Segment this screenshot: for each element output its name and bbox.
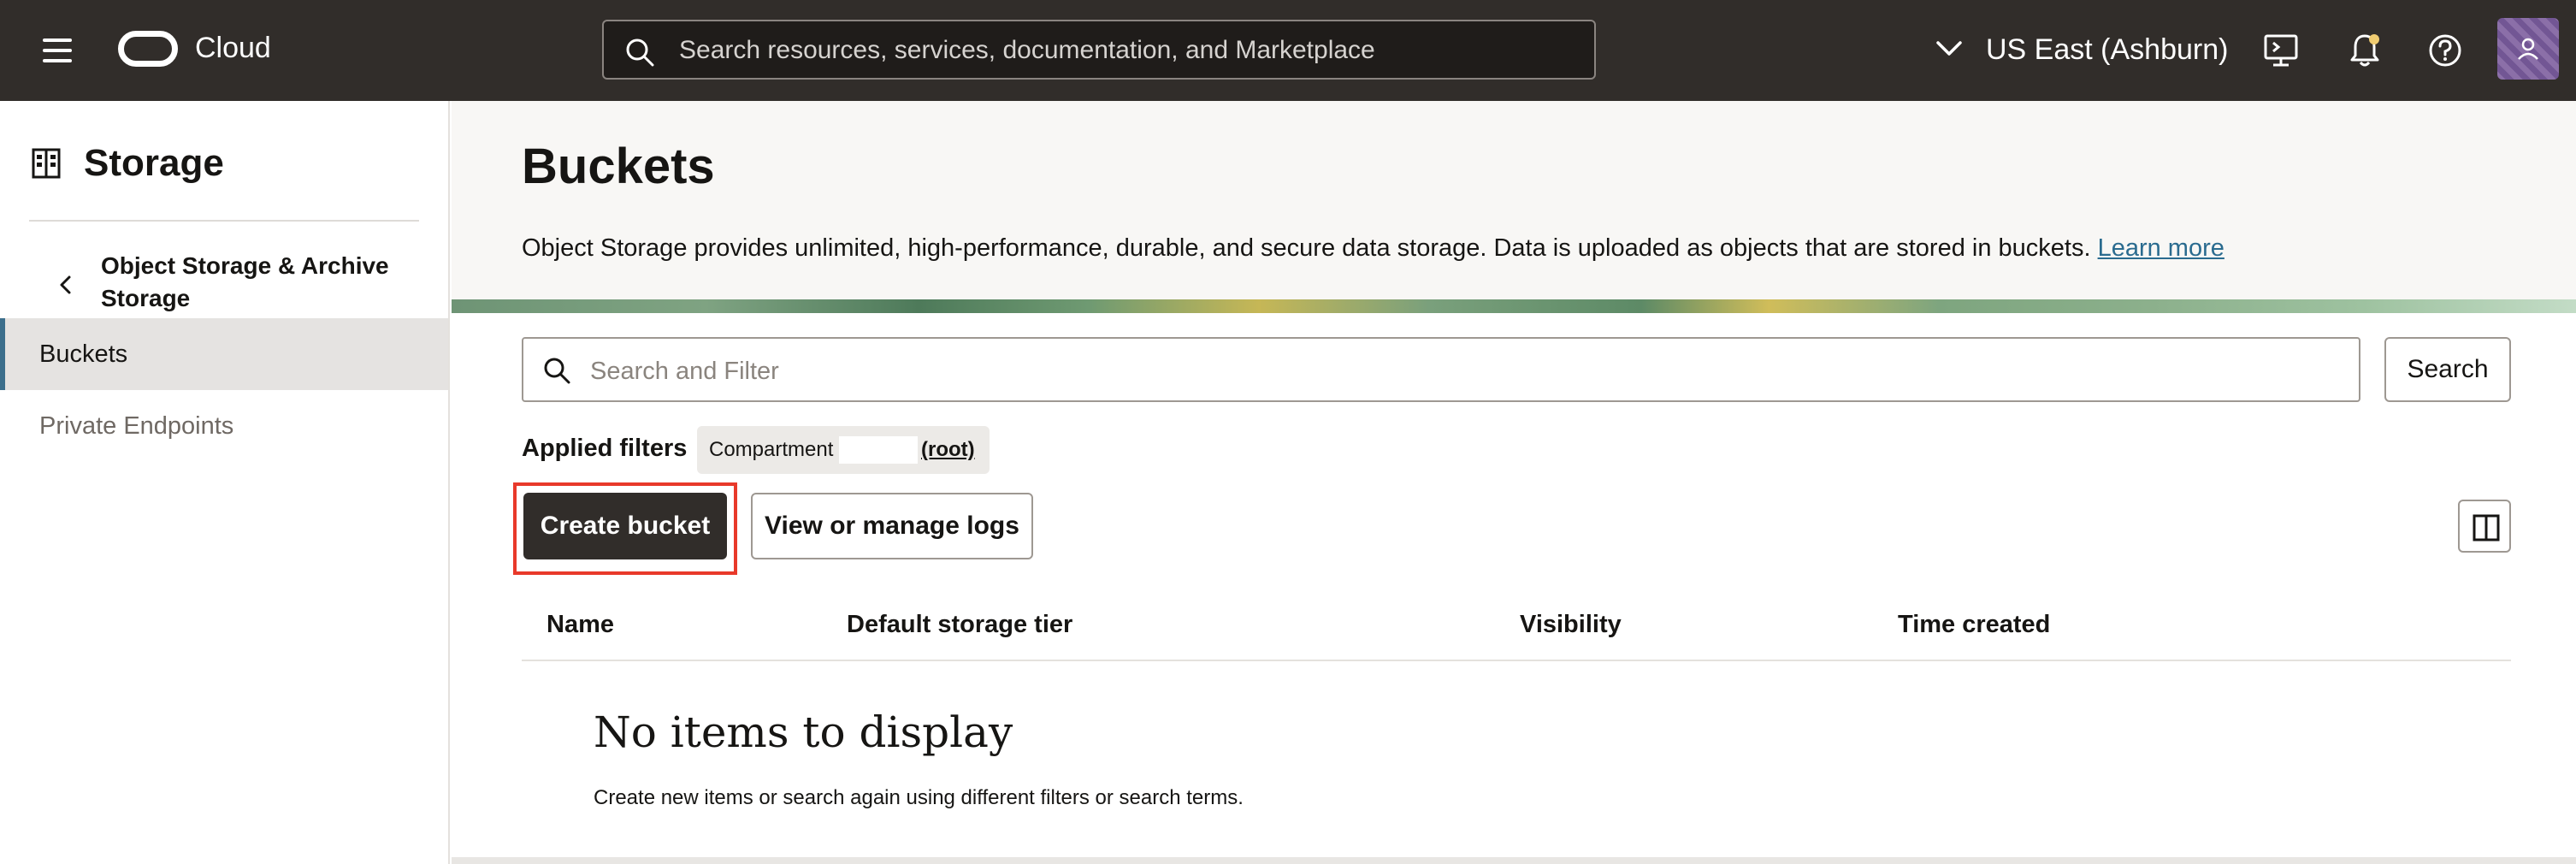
- cloud-shell-icon[interactable]: [2261, 31, 2301, 70]
- sidebar-item-private-endpoints[interactable]: Private Endpoints: [0, 390, 448, 462]
- filter-chip: Compartment (root): [697, 426, 990, 474]
- sidebar-parent-link[interactable]: Object Storage & Archive Storage: [101, 250, 426, 315]
- help-icon[interactable]: [2425, 31, 2465, 70]
- global-search-placeholder: Search resources, services, documentatio…: [679, 36, 1375, 64]
- column-header-time-created[interactable]: Time created: [1898, 609, 2050, 640]
- bottom-divider: [452, 857, 2576, 864]
- sidebar-item-buckets[interactable]: Buckets: [0, 318, 448, 390]
- avatar[interactable]: [2497, 18, 2559, 80]
- empty-state-subtitle: Create new items or search again using d…: [594, 786, 1244, 809]
- learn-more-link[interactable]: Learn more: [2098, 234, 2224, 262]
- page-title: Buckets: [522, 139, 715, 194]
- empty-state-title: No items to display: [594, 707, 1013, 757]
- applied-filters-label: Applied filters: [522, 435, 688, 462]
- filter-chip-key: Compartment: [709, 438, 834, 461]
- page-description-text: Object Storage provides unlimited, high-…: [522, 234, 2091, 262]
- table-divider: [522, 660, 2511, 661]
- top-header: Cloud Search resources, services, docume…: [0, 0, 2576, 101]
- column-header-name[interactable]: Name: [547, 609, 614, 640]
- page-header: [452, 101, 2576, 299]
- create-bucket-button[interactable]: Create bucket: [523, 493, 727, 559]
- global-search-input[interactable]: Search resources, services, documentatio…: [602, 20, 1596, 80]
- chevron-left-icon[interactable]: [53, 272, 79, 298]
- column-panel-button[interactable]: [2458, 500, 2511, 553]
- menu-icon[interactable]: [36, 33, 79, 68]
- search-button[interactable]: Search: [2384, 337, 2511, 402]
- column-header-visibility[interactable]: Visibility: [1520, 609, 1622, 640]
- search-filter-placeholder: Search and Filter: [590, 358, 779, 385]
- sidebar-title: Storage: [84, 142, 224, 184]
- brand-name: Cloud: [195, 32, 271, 64]
- column-header-storage-tier[interactable]: Default storage tier: [847, 609, 1072, 640]
- storage-icon: [32, 148, 61, 179]
- page-description: Object Storage provides unlimited, high-…: [522, 233, 2224, 263]
- redacted-compartment: [839, 436, 918, 464]
- search-icon: [626, 38, 654, 67]
- view-logs-button[interactable]: View or manage logs: [751, 493, 1033, 559]
- decorative-banner: [452, 299, 2576, 313]
- user-icon: [2518, 38, 2538, 60]
- search-icon: [544, 358, 570, 384]
- sidebar: Storage Object Storage & Archive Storage…: [0, 101, 450, 864]
- search-filter-input[interactable]: Search and Filter: [522, 337, 2360, 402]
- chevron-down-icon: [1936, 41, 1962, 56]
- region-label: US East (Ashburn): [1986, 33, 2229, 66]
- sidebar-divider: [29, 220, 419, 222]
- bell-icon[interactable]: [2345, 31, 2384, 70]
- filter-chip-value[interactable]: (root): [921, 438, 975, 462]
- panel-icon: [2473, 514, 2500, 541]
- oracle-logo[interactable]: [118, 31, 178, 67]
